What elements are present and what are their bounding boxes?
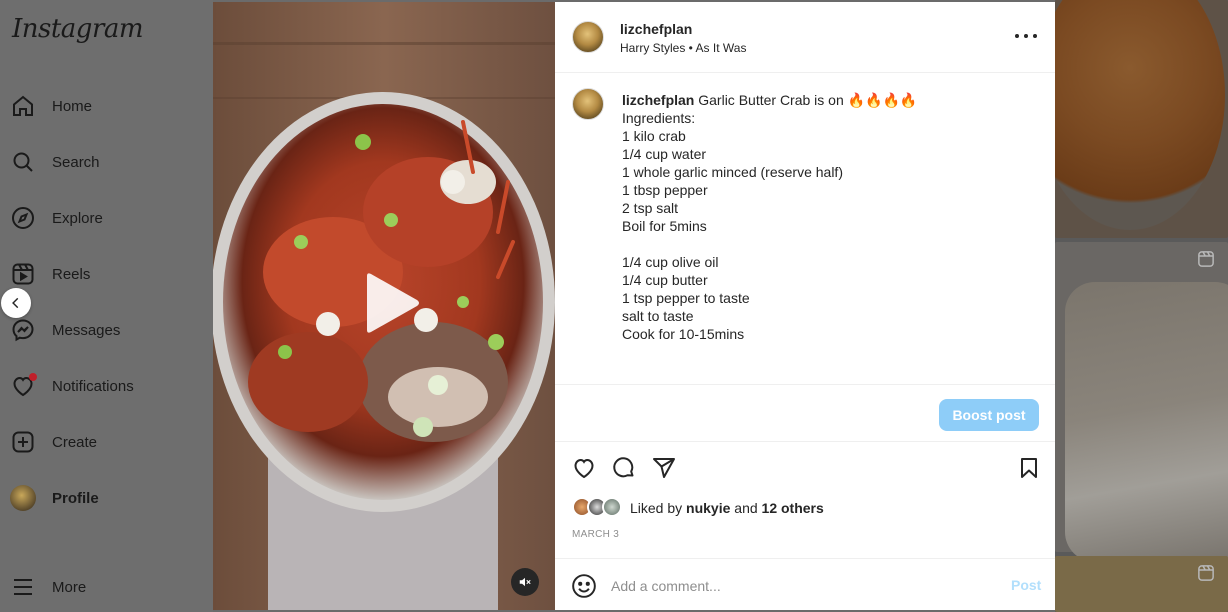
caption-avatar[interactable] xyxy=(572,88,604,120)
caption-username[interactable]: lizchefplan xyxy=(622,92,694,108)
likes-others-link[interactable]: 12 others xyxy=(762,500,824,516)
comment-button[interactable] xyxy=(610,454,638,482)
emoji-button[interactable] xyxy=(571,573,597,599)
menu-icon xyxy=(10,574,36,600)
share-button[interactable] xyxy=(650,454,678,482)
caption-title: Garlic Butter Crab is on 🔥🔥🔥🔥 xyxy=(698,92,918,108)
previous-post-button[interactable] xyxy=(1,288,31,318)
sidebar-item-label: Profile xyxy=(52,489,99,507)
more-dot xyxy=(1033,34,1037,38)
post-date[interactable]: MARCH 3 xyxy=(572,529,619,540)
compass-icon xyxy=(10,205,36,231)
sidebar-item-home[interactable]: Home xyxy=(10,86,92,126)
post-detail-panel: lizchefplan Harry Styles • As It Was liz… xyxy=(555,2,1055,610)
post-header: lizchefplan Harry Styles • As It Was xyxy=(555,2,1055,73)
save-button[interactable] xyxy=(1015,454,1043,482)
sidebar-item-label: Notifications xyxy=(52,377,134,395)
sidebar-item-profile[interactable]: Profile xyxy=(10,478,99,518)
sidebar: Instagram Home Search Explore Reels Mess… xyxy=(0,0,213,612)
sidebar-item-label: Home xyxy=(52,97,93,115)
post-caption: lizchefplan Garlic Butter Crab is on 🔥🔥🔥… xyxy=(622,91,1032,343)
speaker-muted-icon xyxy=(519,577,531,587)
background-post-thumbnail xyxy=(1055,242,1228,562)
send-icon xyxy=(653,458,675,478)
sidebar-item-label: Messages xyxy=(52,321,121,339)
comment-input[interactable] xyxy=(611,575,991,597)
likes-summary: Liked by nukyie and 12 others xyxy=(572,497,824,519)
liker-avatars[interactable] xyxy=(572,497,626,519)
post-video[interactable] xyxy=(213,2,555,610)
reels-icon xyxy=(1198,565,1214,581)
chevron-left-icon xyxy=(12,297,19,309)
sidebar-item-explore[interactable]: Explore xyxy=(10,198,103,238)
liker-username[interactable]: nukyie xyxy=(686,500,730,516)
audio-link[interactable]: Harry Styles • As It Was xyxy=(620,41,746,55)
more-dot xyxy=(1024,34,1028,38)
reels-icon xyxy=(1198,251,1214,267)
author-username[interactable]: lizchefplan xyxy=(620,21,692,37)
more-dot xyxy=(1015,34,1019,38)
comment-composer: Post xyxy=(555,558,1055,610)
likes-joiner: and xyxy=(734,500,758,516)
sidebar-item-label: More xyxy=(52,578,87,596)
likes-prefix: Liked by xyxy=(630,500,683,516)
emoji-icon xyxy=(572,574,596,598)
like-button[interactable] xyxy=(570,454,598,482)
mute-button[interactable] xyxy=(511,568,539,596)
sidebar-item-notifications[interactable]: Notifications xyxy=(10,366,134,406)
heart-icon xyxy=(574,458,594,479)
sidebar-item-label: Explore xyxy=(52,209,103,227)
play-icon[interactable] xyxy=(353,268,423,338)
post-comment-button[interactable]: Post xyxy=(1011,577,1041,593)
bookmark-icon xyxy=(1021,458,1037,478)
author-avatar[interactable] xyxy=(572,21,604,53)
liker-avatar xyxy=(602,497,622,517)
instagram-logo[interactable]: Instagram xyxy=(12,14,144,44)
reels-icon xyxy=(10,261,36,287)
search-icon xyxy=(10,149,36,175)
comment-icon xyxy=(613,457,634,478)
sidebar-item-reels[interactable]: Reels xyxy=(10,254,90,294)
home-icon xyxy=(10,93,36,119)
background-post-thumbnail xyxy=(1035,0,1228,238)
boost-section: Boost post xyxy=(555,384,1055,442)
messenger-icon xyxy=(10,317,36,343)
caption-body: Ingredients: 1 kilo crab 1/4 cup water 1… xyxy=(622,110,843,342)
boost-post-button[interactable]: Boost post xyxy=(939,399,1039,431)
sidebar-item-create[interactable]: Create xyxy=(10,422,97,462)
profile-avatar xyxy=(10,485,36,511)
background-feed-grid xyxy=(1035,0,1228,612)
more-options-button[interactable] xyxy=(1015,28,1037,44)
notification-dot xyxy=(29,373,37,381)
heart-icon xyxy=(10,373,37,399)
sidebar-item-search[interactable]: Search xyxy=(10,142,100,182)
sidebar-item-label: Create xyxy=(52,433,98,451)
sidebar-item-label: Reels xyxy=(52,265,91,283)
plus-square-icon xyxy=(10,429,36,455)
background-post-thumbnail xyxy=(1055,556,1228,612)
sidebar-item-messages[interactable]: Messages xyxy=(10,310,120,350)
post-actions xyxy=(555,454,1055,484)
sidebar-item-label: Search xyxy=(52,153,100,171)
sidebar-item-more[interactable]: More xyxy=(10,567,86,607)
